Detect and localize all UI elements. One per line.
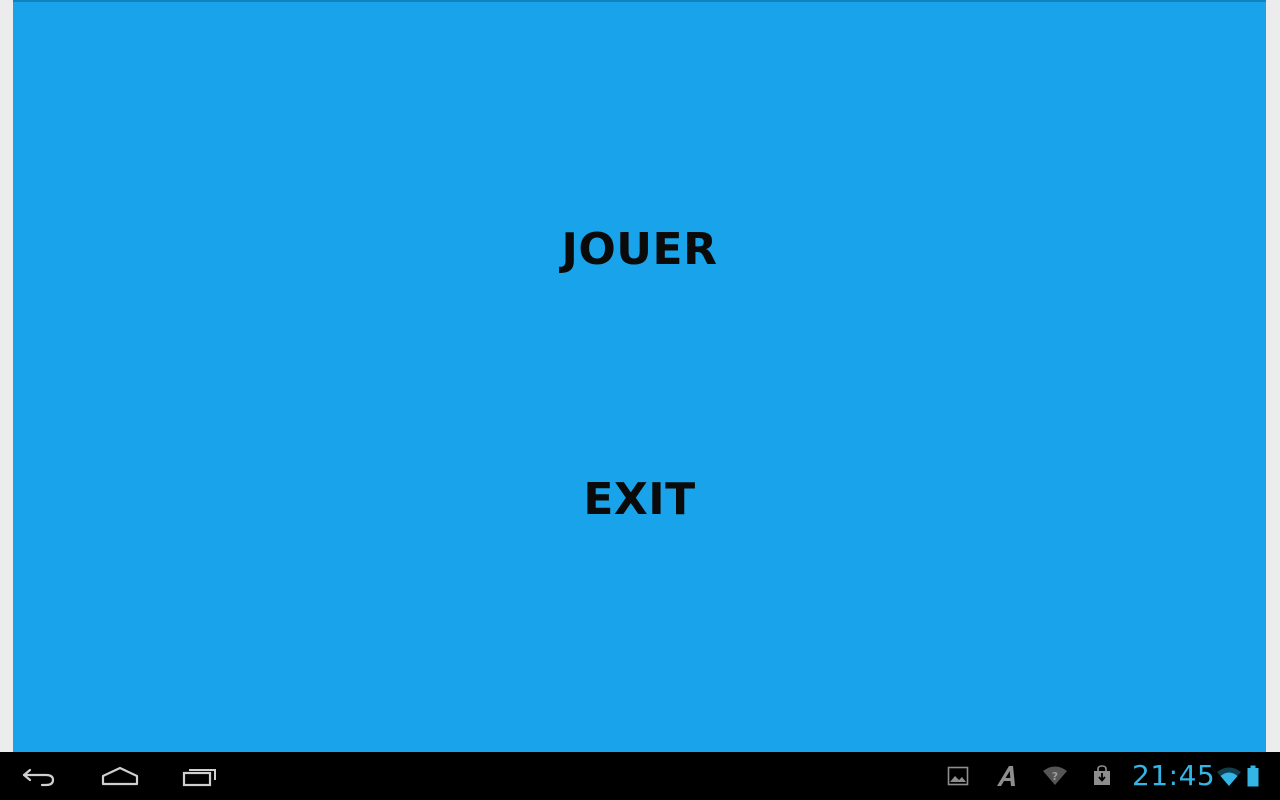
main-menu: JOUER EXIT: [13, 0, 1266, 752]
recent-apps-icon: [182, 769, 216, 787]
wifi-question-icon: ?: [1042, 764, 1068, 788]
device-screen: JOUER EXIT ? 21:45: [0, 0, 1280, 800]
download-icon: [1090, 764, 1114, 788]
play-button[interactable]: JOUER: [13, 224, 1266, 275]
battery-icon: [1246, 764, 1260, 788]
recent-apps-button[interactable]: [170, 760, 230, 792]
exit-button[interactable]: EXIT: [13, 474, 1266, 525]
system-navigation-bar: ? 21:45: [0, 752, 1280, 800]
svg-text:?: ?: [1052, 770, 1058, 783]
home-icon: [101, 766, 139, 786]
gallery-icon: [946, 764, 970, 788]
left-margin: [0, 0, 13, 752]
clock: 21:45: [1132, 759, 1216, 792]
font-icon: [994, 764, 1022, 788]
wifi-icon: [1216, 764, 1242, 788]
right-margin: [1266, 0, 1280, 752]
back-icon: [22, 768, 55, 787]
back-button[interactable]: [10, 760, 70, 792]
home-button[interactable]: [90, 760, 150, 792]
